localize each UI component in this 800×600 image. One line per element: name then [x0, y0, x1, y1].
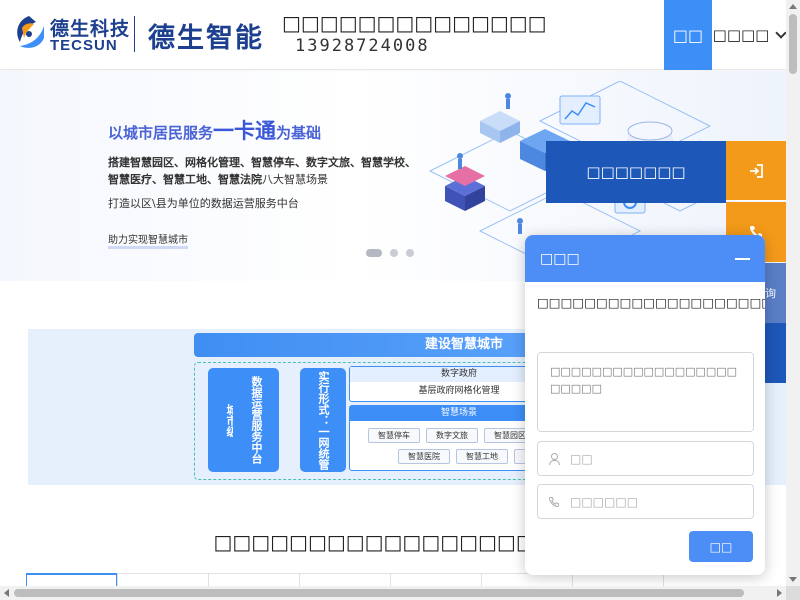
scroll-down-icon[interactable]: [789, 577, 797, 582]
scrollbar-corner: [786, 586, 800, 600]
minimize-icon[interactable]: [735, 257, 750, 260]
login-float-button[interactable]: [726, 141, 786, 201]
logo-english-name: TECSUN: [50, 37, 118, 54]
chat-widget: □□□ □□□□□□□□□□□□□□□□□□□ □□□□□□□□□□□□□□□□□…: [525, 235, 765, 575]
product-tab-3[interactable]: [208, 573, 299, 586]
tecsun-logo-icon: [17, 16, 44, 48]
banner-line-2-bold: 智慧医疗、智慧工地、智慧法院: [108, 173, 262, 186]
chat-header: □□□: [525, 235, 765, 282]
user-icon: [548, 452, 560, 465]
header-phone: 13928724008: [295, 36, 430, 56]
inquiry-float-label: 询: [765, 287, 776, 300]
chat-submit-button[interactable]: □□: [689, 531, 753, 562]
chat-phone-field[interactable]: [537, 484, 754, 519]
online-consult-button[interactable]: □□□□□□□: [546, 141, 726, 203]
nav-more-dropdown[interactable]: □□□□: [712, 0, 788, 70]
vertical-scrollbar[interactable]: [786, 0, 800, 586]
banner-headline: 以城市居民服务一卡通为基础: [108, 115, 321, 145]
logo-brand-name: 德生智能: [148, 23, 264, 54]
site-header: 德生科技 TECSUN 德生智能 □□□□□□□□□□□□□□ 13928724…: [0, 0, 788, 70]
horizontal-scrollbar[interactable]: [0, 586, 786, 600]
chat-phone-input[interactable]: [570, 494, 730, 509]
logo-divider: [134, 16, 135, 52]
banner-headline-emphasis: 一卡通: [213, 119, 277, 143]
diagram-chip: 数字文旅: [426, 428, 478, 443]
diagram-chip: 智慧医院: [398, 449, 450, 464]
scroll-left-icon[interactable]: [4, 589, 9, 597]
carousel-dot-1[interactable]: [366, 249, 382, 257]
banner-line-1: 搭建智慧园区、网格化管理、智慧停车、数字文旅、智慧学校、: [108, 154, 416, 170]
tecsun-logo[interactable]: 德生科技 TECSUN 德生智能: [10, 10, 265, 60]
company-name: □□□□□□□□□□□□□□: [282, 11, 547, 35]
chat-message-textarea[interactable]: [537, 352, 754, 432]
nav-home-link[interactable]: □□: [664, 0, 712, 70]
banner-headline-suffix: 为基础: [276, 124, 322, 142]
banner-line-4: 助力实现智慧城市: [108, 231, 188, 249]
product-tab-1[interactable]: [26, 573, 117, 586]
chat-welcome-message: □□□□□□□□□□□□□□□□□□□□□□□□□□□□□□□□□□□□□: [537, 295, 765, 310]
banner-line-3: 打造以区\县为单位的数据运营服务中台: [108, 197, 299, 210]
product-tab-2[interactable]: [117, 573, 208, 586]
chat-name-input[interactable]: [570, 451, 730, 466]
product-tab-4[interactable]: [299, 573, 390, 586]
banner-headline-prefix: 以城市居民服务: [108, 124, 214, 142]
banner-line-2: 智慧医疗、智慧工地、智慧法院八大智慧场景: [108, 171, 328, 187]
scroll-up-icon[interactable]: [789, 4, 797, 9]
page: 德生科技 TECSUN 德生智能 □□□□□□□□□□□□□□ 13928724…: [0, 0, 800, 600]
banner-line-1-bold: 搭建智慧园区、网格化管理、智慧停车、数字文旅、智慧学校、: [108, 156, 416, 169]
carousel-dots: [366, 249, 414, 257]
sign-in-icon: [750, 163, 763, 178]
horizontal-scroll-thumb[interactable]: [14, 589, 744, 597]
vertical-scroll-thumb[interactable]: [789, 14, 797, 74]
product-tab-5[interactable]: [390, 573, 481, 586]
phone-icon: [549, 496, 559, 507]
scroll-right-icon[interactable]: [777, 589, 782, 597]
nav-more-label: □□□□: [712, 26, 770, 44]
chat-name-field[interactable]: [537, 441, 754, 476]
chat-title: □□□: [540, 250, 580, 267]
carousel-dot-3[interactable]: [406, 249, 414, 257]
diagram-pillar-center: 数据运营服务中台: [233, 368, 279, 472]
diagram-pillar-form: 实行形式：一网统管: [300, 368, 346, 472]
diagram-chip: 智慧停车: [368, 428, 420, 443]
banner-line-2-rest: 八大智慧场景: [262, 173, 328, 186]
carousel-dot-2[interactable]: [390, 249, 398, 257]
diagram-chip: 智慧工地: [456, 449, 508, 464]
